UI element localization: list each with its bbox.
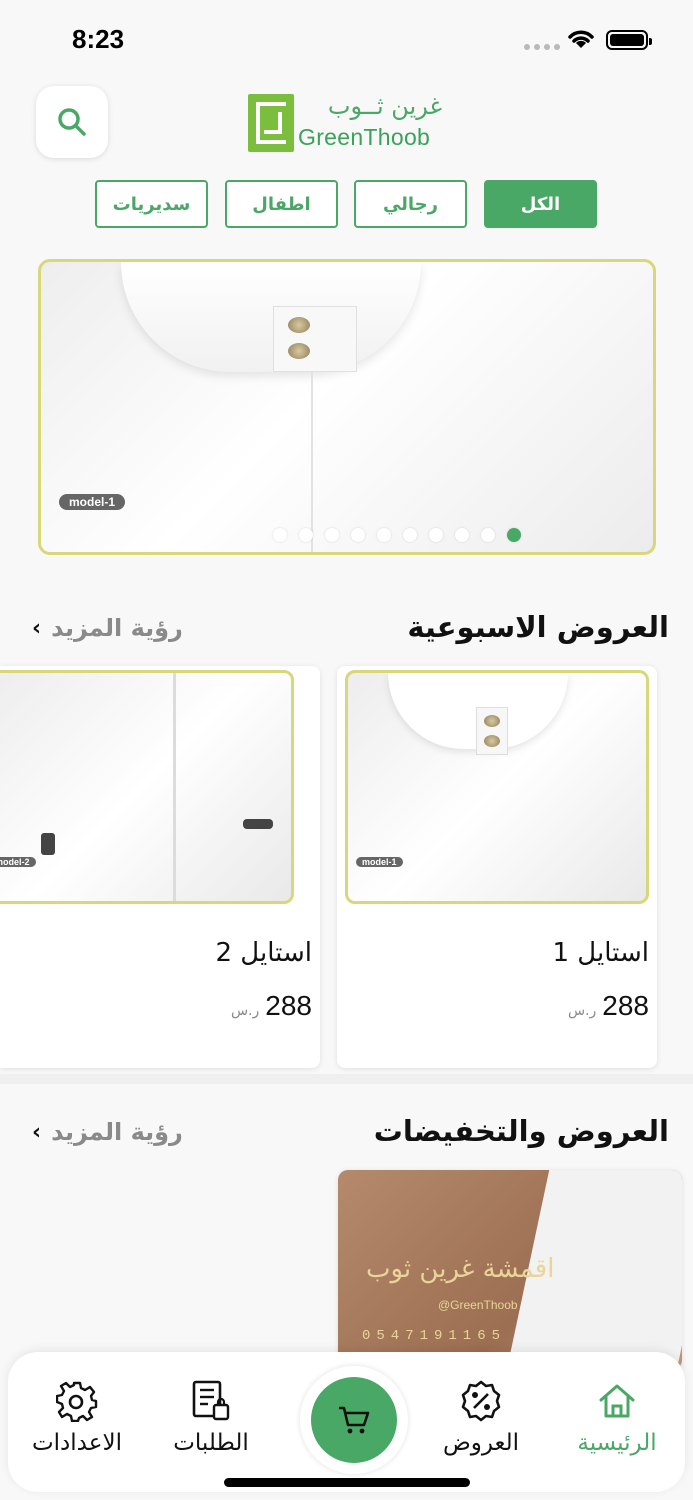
discount-product-card[interactable]: اقمشة غرين ثوب @GreenThoob 0547191165: [338, 1170, 682, 1370]
fabric-phone: 0547191165: [362, 1328, 507, 1344]
status-bar: 8:23: [0, 0, 693, 80]
chevron-left-icon: ‹: [32, 615, 42, 641]
carousel-dot[interactable]: [325, 528, 339, 542]
fabric-brand-text: اقمشة غرين ثوب: [366, 1254, 555, 1284]
carousel-dot[interactable]: [273, 528, 287, 542]
gear-icon: [56, 1381, 98, 1422]
model-tag: model-1: [356, 857, 403, 867]
logo-mark-icon: [248, 94, 294, 152]
section-title: العروض والتخفيضات: [373, 1114, 669, 1148]
model-tag: model-2: [0, 857, 36, 867]
tab-label: الطلبات: [173, 1430, 249, 1456]
tab-label: العروض: [442, 1430, 520, 1456]
logo-arabic: غرين ثــوب: [327, 92, 442, 120]
carousel-dot[interactable]: [377, 528, 391, 542]
filter-kids[interactable]: اطفال: [225, 180, 338, 228]
search-icon: [58, 108, 86, 136]
signal-icon: [524, 44, 560, 50]
tab-label: الرئيسية: [577, 1430, 657, 1456]
wifi-icon: [568, 30, 594, 48]
price-value: 288: [602, 990, 649, 1021]
bottom-tab-bar: الرئيسية العروض الطلبات الاعدادات: [8, 1352, 685, 1492]
logo-english: GreenThoob: [298, 124, 431, 150]
see-more-link[interactable]: ‹ رؤية المزيد: [32, 1118, 183, 1146]
carousel-dot[interactable]: [455, 528, 469, 542]
currency-label: ر.س: [230, 1003, 260, 1019]
cart-icon: [339, 1406, 370, 1434]
thobe-collar-image: [121, 262, 421, 372]
placket-line: [311, 372, 313, 552]
fabric-handle: @GreenThoob: [438, 1298, 518, 1312]
home-icon: [599, 1384, 635, 1418]
section-divider: [0, 1074, 693, 1084]
product-price: ر.س 288: [231, 990, 312, 1022]
filter-men[interactable]: رجالي: [354, 180, 467, 228]
chevron-left-icon: ‹: [32, 1119, 42, 1145]
currency-label: ر.س: [567, 1003, 597, 1019]
button-image: [288, 343, 310, 359]
home-indicator: [224, 1478, 470, 1487]
section-title: العروض الاسبوعية: [407, 610, 669, 644]
product-name: استايل 1: [552, 938, 649, 968]
tab-orders[interactable]: الطلبات: [146, 1378, 276, 1456]
tab-offers[interactable]: العروض: [416, 1378, 546, 1456]
product-price: ر.س 288: [568, 990, 649, 1022]
status-time: 8:23: [72, 24, 125, 54]
filter-all[interactable]: الكل: [484, 180, 597, 228]
model-tag: model-1: [59, 494, 126, 510]
promo-carousel[interactable]: model-1: [38, 259, 656, 555]
category-filters: الكل رجالي اطفال سديريات: [0, 180, 693, 230]
carousel-dot-active[interactable]: [507, 528, 521, 542]
carousel-dot[interactable]: [403, 528, 417, 542]
product-card[interactable]: model-2 استايل 2 ر.س 288: [0, 666, 320, 1068]
filter-sideriyat[interactable]: سديريات: [95, 180, 208, 228]
see-more-link[interactable]: ‹ رؤية المزيد: [32, 614, 183, 642]
product-image: model-2: [0, 670, 294, 904]
product-card[interactable]: model-1 استايل 1 ر.س 288: [337, 666, 657, 1068]
button-image: [288, 317, 310, 333]
carousel-dot[interactable]: [299, 528, 313, 542]
carousel-dot[interactable]: [351, 528, 365, 542]
carousel-dot[interactable]: [429, 528, 443, 542]
carousel-dot[interactable]: [481, 528, 495, 542]
tab-label: الاعدادات: [32, 1430, 122, 1456]
product-name: استايل 2: [215, 938, 312, 968]
search-button[interactable]: [36, 86, 108, 158]
tab-home[interactable]: الرئيسية: [552, 1378, 682, 1456]
see-more-label: رؤية المزيد: [51, 614, 183, 642]
product-image: model-1: [345, 670, 649, 904]
price-value: 288: [265, 990, 312, 1021]
carousel-dots[interactable]: [41, 528, 653, 542]
discounts-header: العروض والتخفيضات ‹ رؤية المزيد: [0, 1114, 693, 1164]
orders-list-icon: [192, 1380, 230, 1421]
weekly-offers-header: العروض الاسبوعية ‹ رؤية المزيد: [0, 610, 693, 660]
tab-settings[interactable]: الاعدادات: [12, 1378, 142, 1456]
cart-button[interactable]: [300, 1366, 408, 1474]
app-logo: غرين ثــوب GreenThoob: [248, 92, 448, 154]
see-more-label: رؤية المزيد: [51, 1118, 183, 1146]
discount-badge-icon: [461, 1380, 501, 1422]
collar-tab: [273, 306, 357, 372]
battery-icon: [606, 30, 652, 50]
